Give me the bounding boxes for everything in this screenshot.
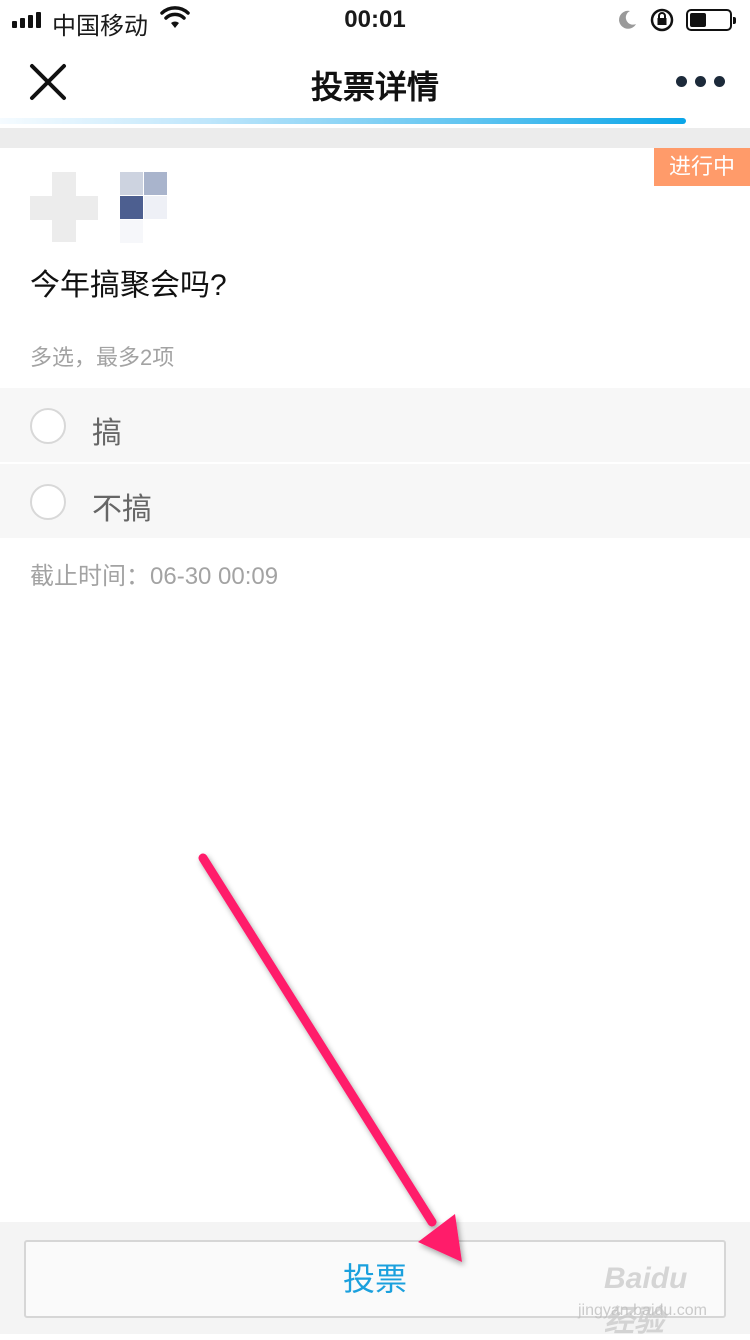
option-label: 不搞 (92, 493, 152, 526)
deadline-value: 06-30 00:09 (150, 563, 279, 590)
deadline: 截止时间：06-30 00:09 (30, 556, 278, 591)
watermark-brand: Baidu 经验 (604, 1262, 688, 1338)
annotation-arrow (198, 853, 462, 1262)
blurred-username (120, 172, 168, 243)
section-divider (0, 128, 750, 148)
rotation-lock-icon (650, 8, 674, 32)
loading-progress-bar (0, 118, 686, 124)
nav-bar: 投票详情 (0, 40, 750, 120)
baidu-watermark: Baidu 经验 jingyan.baidu.com (574, 1256, 724, 1338)
poll-question: 今年搞聚会吗? (30, 269, 227, 302)
poll-option[interactable]: 搞 (0, 388, 750, 462)
selection-hint: 多选，最多2项 (30, 345, 175, 370)
option-label: 搞 (92, 417, 122, 450)
more-options-icon[interactable] (676, 76, 725, 87)
avatar (30, 172, 98, 242)
poll-option[interactable]: 不搞 (0, 464, 750, 538)
deadline-label: 截止时间： (30, 563, 150, 590)
status-bar: 中国移动 00:01 (0, 0, 750, 40)
status-badge: 进行中 (649, 148, 750, 186)
radio-button-icon[interactable] (30, 408, 66, 444)
battery-icon (686, 9, 736, 31)
radio-button-icon[interactable] (30, 484, 66, 520)
do-not-disturb-moon-icon (619, 10, 636, 29)
watermark-url: jingyan.baidu.com (578, 1302, 707, 1319)
page-title: 投票详情 (310, 69, 439, 105)
